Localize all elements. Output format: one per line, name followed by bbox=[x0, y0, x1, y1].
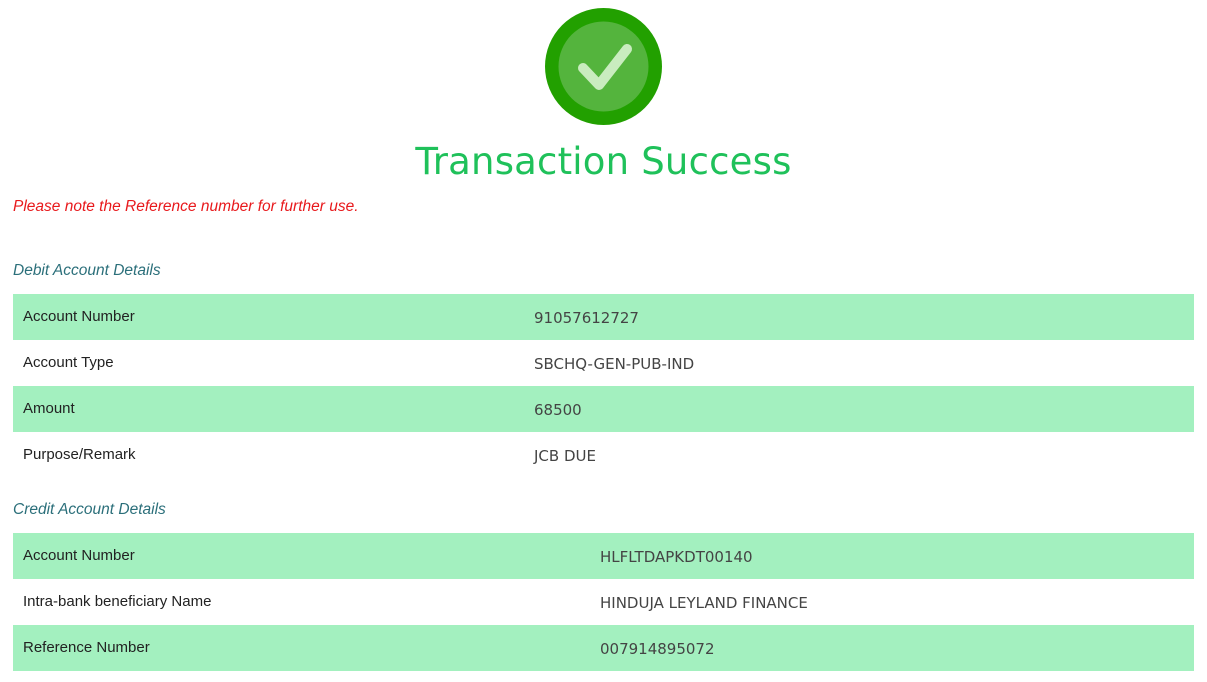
row-value: HLFLTDAPKDT00140 bbox=[600, 548, 753, 566]
row-value: 007914895072 bbox=[600, 640, 715, 658]
row-value: HINDUJA LEYLAND FINANCE bbox=[600, 594, 808, 612]
row-label: Reference Number bbox=[23, 639, 150, 656]
reference-note: Please note the Reference number for fur… bbox=[13, 198, 359, 215]
row-label: Amount bbox=[23, 400, 75, 417]
row-label: Account Type bbox=[23, 354, 114, 371]
row-value: JCB DUE bbox=[534, 447, 596, 465]
table-row: Account Number 91057612727 bbox=[13, 294, 1194, 340]
row-label: Intra-bank beneficiary Name bbox=[23, 593, 212, 610]
row-label: Purpose/Remark bbox=[23, 446, 136, 463]
credit-details-table: Account Number HLFLTDAPKDT00140 Intra-ba… bbox=[13, 533, 1194, 671]
check-circle-icon bbox=[545, 8, 662, 125]
table-row: Amount 68500 bbox=[13, 386, 1194, 432]
debit-details-table: Account Number 91057612727 Account Type … bbox=[13, 294, 1194, 478]
table-row: Purpose/Remark JCB DUE bbox=[13, 432, 1194, 478]
table-row: Account Number HLFLTDAPKDT00140 bbox=[13, 533, 1194, 579]
row-label: Account Number bbox=[23, 308, 135, 325]
credit-section-heading: Credit Account Details bbox=[13, 501, 166, 518]
row-value: 91057612727 bbox=[534, 309, 639, 327]
debit-section-heading: Debit Account Details bbox=[13, 262, 161, 279]
page-title: Transaction Success bbox=[415, 140, 792, 183]
table-row: Account Type SBCHQ-GEN-PUB-IND bbox=[13, 340, 1194, 386]
row-label: Account Number bbox=[23, 547, 135, 564]
row-value: 68500 bbox=[534, 401, 582, 419]
row-value: SBCHQ-GEN-PUB-IND bbox=[534, 355, 695, 373]
table-row: Reference Number 007914895072 bbox=[13, 625, 1194, 671]
table-row: Intra-bank beneficiary Name HINDUJA LEYL… bbox=[13, 579, 1194, 625]
